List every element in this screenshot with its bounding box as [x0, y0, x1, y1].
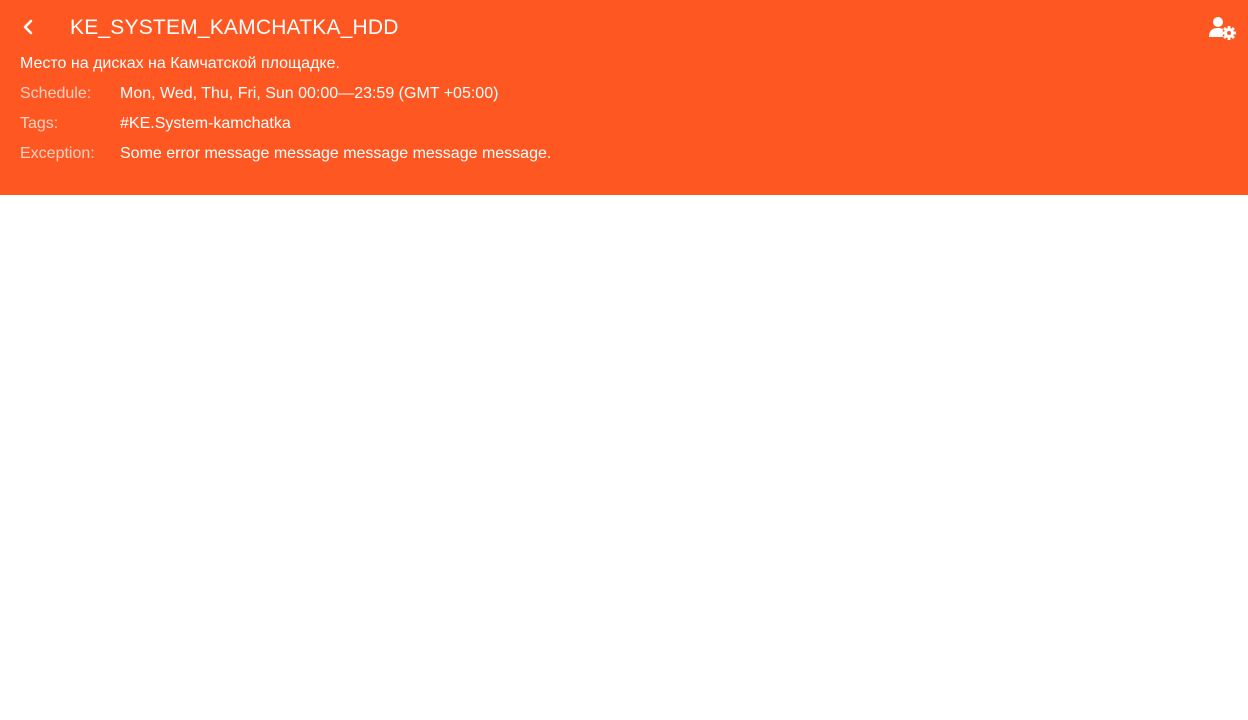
- back-button[interactable]: [14, 13, 42, 41]
- exception-label: Exception:: [20, 145, 95, 162]
- trigger-description: Место на дисках на Камчатской площадке.: [20, 55, 340, 72]
- schedule-value: Mon, Wed, Thu, Fri, Sun 00:00—23:59 (GMT…: [120, 85, 499, 102]
- user-settings-icon: [1209, 17, 1236, 40]
- schedule-label: Schedule:: [20, 85, 92, 102]
- tags-value[interactable]: #KE.System-kamchatka: [120, 115, 291, 133]
- chevron-left-icon: [23, 19, 33, 35]
- exception-value: Some error message message message messa…: [120, 145, 552, 162]
- page-title: KE_SYSTEM_KAMCHATKA_HDD: [70, 16, 399, 39]
- tags-label: Tags:: [20, 115, 59, 132]
- user-settings-button[interactable]: [1206, 14, 1238, 42]
- trigger-header: KE_SYSTEM_KAMCHATKA_HDD Место на дисках …: [0, 0, 1248, 195]
